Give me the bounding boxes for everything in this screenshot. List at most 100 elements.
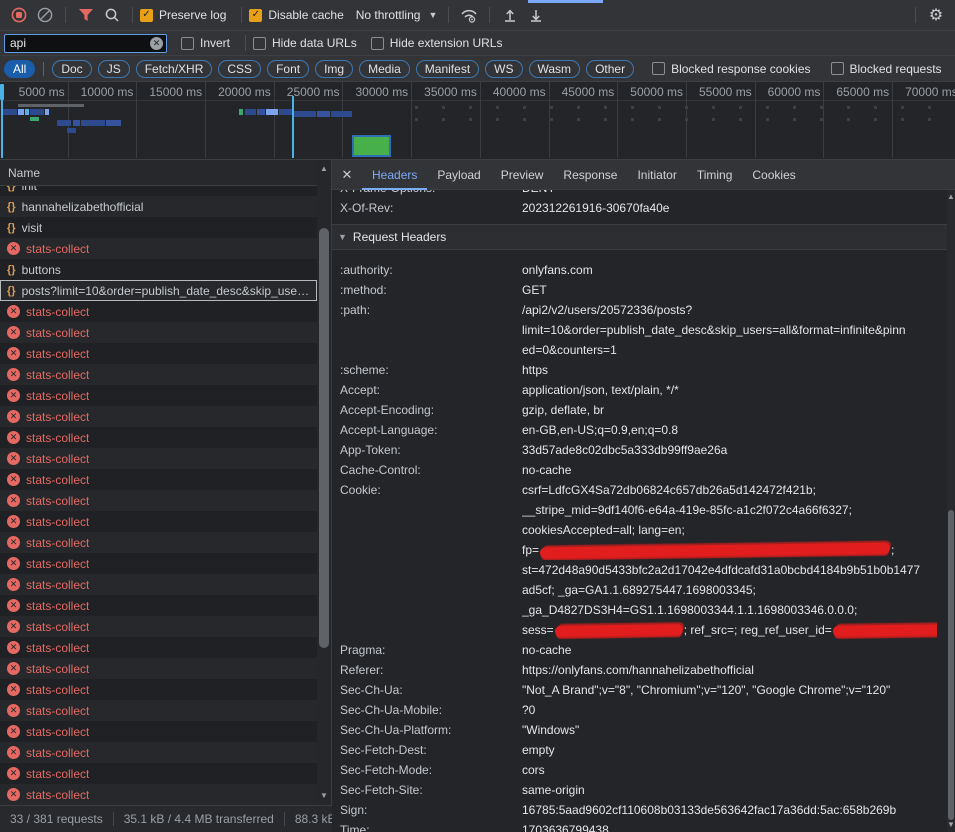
request-name: stats-collect	[26, 557, 89, 571]
request-row[interactable]: ✕stats-collect	[0, 322, 317, 343]
waterfall-bar	[106, 120, 121, 126]
tab-preview[interactable]: Preview	[491, 160, 554, 190]
request-row-selected[interactable]: {}posts?limit=10&order=publish_date_desc…	[0, 280, 317, 301]
filter-chip-other[interactable]: Other	[586, 60, 634, 78]
throttling-select[interactable]: No throttling	[356, 8, 421, 22]
search-icon[interactable]	[99, 3, 125, 27]
filter-chip-media[interactable]: Media	[359, 60, 410, 78]
filter-chip-doc[interactable]: Doc	[52, 60, 91, 78]
filter-chip-manifest[interactable]: Manifest	[416, 60, 479, 78]
checkbox-icon[interactable]	[831, 62, 844, 75]
import-har-icon[interactable]	[497, 3, 523, 27]
request-row[interactable]: ✕stats-collect	[0, 364, 317, 385]
hide-extension-urls-checkbox[interactable]	[371, 37, 384, 50]
scroll-up-icon[interactable]: ▲	[317, 164, 331, 174]
header-name: X-Frame-Options:	[332, 190, 522, 198]
request-row[interactable]: ✕stats-collect	[0, 448, 317, 469]
request-row[interactable]: ✕stats-collect	[0, 721, 317, 742]
request-row[interactable]: ✕stats-collect	[0, 763, 317, 784]
tab-payload[interactable]: Payload	[427, 160, 490, 190]
close-icon[interactable]: ✕	[332, 167, 362, 183]
request-name: stats-collect	[26, 326, 89, 340]
waterfall-large-resource-bar	[352, 135, 391, 157]
tab-timing[interactable]: Timing	[687, 160, 743, 190]
request-row[interactable]: ✕stats-collect	[0, 427, 317, 448]
request-row[interactable]: ✕stats-collect	[0, 469, 317, 490]
request-row[interactable]: ✕stats-collect	[0, 532, 317, 553]
request-headers-section-header[interactable]: ▼ Request Headers	[332, 225, 947, 250]
details-content[interactable]: X-Frame-Options:DENYX-Of-Rev:20231226191…	[332, 190, 947, 832]
filter-icon[interactable]	[73, 3, 99, 27]
invert-checkbox[interactable]	[181, 37, 194, 50]
request-row[interactable]: ✕stats-collect	[0, 658, 317, 679]
preserve-log-checkbox[interactable]: ✓	[140, 9, 153, 22]
checkbox-group-blocked-requests[interactable]: Blocked requests	[831, 62, 950, 76]
blocked-request-icon: ✕	[7, 536, 20, 549]
preserve-log-label[interactable]: Preserve log	[159, 8, 226, 22]
request-row[interactable]: ✕stats-collect	[0, 616, 317, 637]
timeline-marker-line	[292, 96, 294, 158]
request-row[interactable]: ✕stats-collect	[0, 511, 317, 532]
hide-data-urls-label[interactable]: Hide data URLs	[272, 36, 357, 50]
scrollbar-thumb[interactable]	[948, 510, 954, 820]
filter-chip-fetch-xhr[interactable]: Fetch/XHR	[136, 60, 213, 78]
tab-initiator[interactable]: Initiator	[627, 160, 686, 190]
chevron-down-icon[interactable]: ▼	[428, 10, 437, 20]
request-row[interactable]: ✕stats-collect	[0, 238, 317, 259]
details-scrollbar[interactable]: ▲ ▼	[947, 190, 955, 832]
clear-filter-icon[interactable]: ✕	[150, 37, 163, 50]
disable-cache-checkbox[interactable]: ✓	[249, 9, 262, 22]
tab-headers[interactable]: Headers	[362, 160, 427, 190]
request-row[interactable]: ✕stats-collect	[0, 553, 317, 574]
request-row[interactable]: ✕stats-collect	[0, 406, 317, 427]
request-row[interactable]: {}init	[0, 186, 317, 196]
request-row[interactable]: ✕stats-collect	[0, 490, 317, 511]
request-list-scrollbar[interactable]: ▲ ▼	[317, 160, 331, 805]
request-row[interactable]: {}visit	[0, 217, 317, 238]
header-value: https	[522, 360, 937, 380]
filter-chip-all[interactable]: All	[4, 60, 35, 78]
scrollbar-thumb[interactable]	[319, 228, 329, 648]
request-row[interactable]: ✕stats-collect	[0, 784, 317, 805]
request-row[interactable]: ✕stats-collect	[0, 679, 317, 700]
name-column-header[interactable]: Name	[0, 160, 331, 186]
request-row[interactable]: ✕stats-collect	[0, 700, 317, 721]
hide-data-urls-checkbox[interactable]	[253, 37, 266, 50]
filter-chip-ws[interactable]: WS	[485, 60, 522, 78]
filter-chip-css[interactable]: CSS	[218, 60, 261, 78]
export-har-icon[interactable]	[523, 3, 549, 27]
request-row[interactable]: {}hannahelizabethofficial	[0, 196, 317, 217]
filter-chip-js[interactable]: JS	[98, 60, 130, 78]
request-row[interactable]: ✕stats-collect	[0, 595, 317, 616]
settings-gear-icon[interactable]: ⚙	[923, 3, 949, 27]
record-stop-icon[interactable]	[6, 3, 32, 27]
scroll-down-icon[interactable]: ▼	[317, 791, 331, 801]
request-row[interactable]: ✕stats-collect	[0, 385, 317, 406]
filter-chip-wasm[interactable]: Wasm	[529, 60, 581, 78]
header-name: Sec-Fetch-Dest:	[332, 740, 522, 760]
timeline-overview[interactable]: 5000 ms10000 ms15000 ms20000 ms25000 ms3…	[0, 82, 955, 160]
checkbox-icon[interactable]	[652, 62, 665, 75]
request-row[interactable]: ✕stats-collect	[0, 343, 317, 364]
request-row[interactable]: ✕stats-collect	[0, 742, 317, 763]
tab-cookies[interactable]: Cookies	[742, 160, 805, 190]
disable-cache-label[interactable]: Disable cache	[268, 8, 343, 22]
timeline-marker-line	[1, 96, 3, 158]
network-conditions-icon[interactable]	[456, 3, 482, 27]
filter-chip-font[interactable]: Font	[267, 60, 309, 78]
request-name: visit	[22, 221, 43, 235]
request-row[interactable]: {}buttons	[0, 259, 317, 280]
tab-response[interactable]: Response	[553, 160, 627, 190]
request-row[interactable]: ✕stats-collect	[0, 637, 317, 658]
toolbar-separator	[915, 7, 916, 23]
request-row[interactable]: ✕stats-collect	[0, 301, 317, 322]
request-row[interactable]: ✕stats-collect	[0, 574, 317, 595]
checkbox-group-blocked-response-cookies[interactable]: Blocked response cookies	[652, 62, 818, 76]
filter-input[interactable]: api ✕	[4, 34, 167, 53]
hide-extension-urls-label[interactable]: Hide extension URLs	[390, 36, 503, 50]
clear-icon[interactable]	[32, 3, 58, 27]
filter-chip-img[interactable]: Img	[315, 60, 353, 78]
scroll-down-icon[interactable]: ▼	[947, 820, 955, 830]
invert-label[interactable]: Invert	[200, 36, 230, 50]
scroll-up-icon[interactable]: ▲	[947, 192, 955, 202]
